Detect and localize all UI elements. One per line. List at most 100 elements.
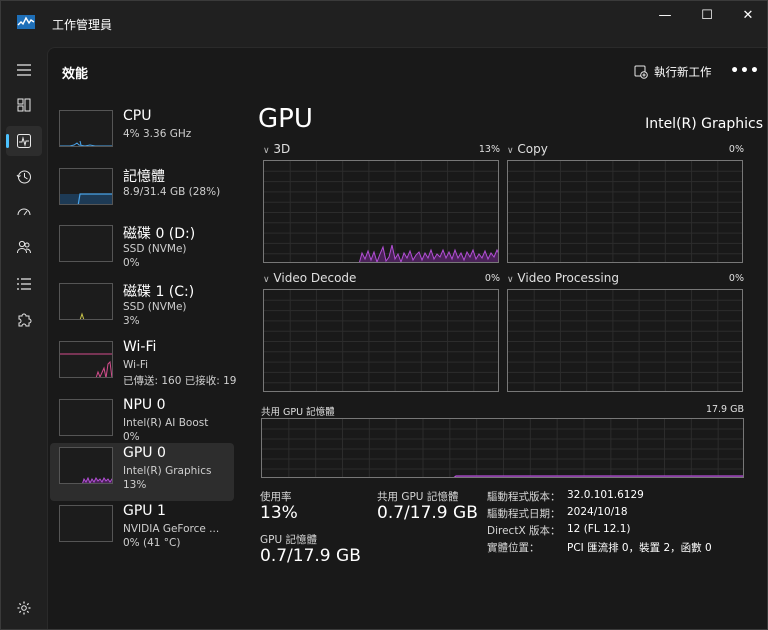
disk0-thumbnail-graph (59, 225, 113, 262)
driver-date-value: 2024/10/18 (567, 506, 628, 518)
engine-percent: 0% (728, 144, 744, 155)
chevron-down-icon: ∨ (507, 146, 514, 156)
maximize-button[interactable]: ☐ (685, 4, 729, 26)
run-new-task-icon (634, 65, 648, 79)
nav-performance[interactable] (6, 126, 42, 156)
driver-version-key: 驅動程式版本： (487, 491, 561, 503)
engine-copy-graph (507, 160, 743, 263)
navigation-rail (1, 47, 47, 630)
processes-grid-icon (17, 98, 31, 112)
device-item-gpu-1[interactable]: GPU 1 NVIDIA GeForce ... 0% (41 °C) (50, 501, 234, 559)
device-item-memory[interactable]: 記憶體 8.9/31.4 GB (28%) (50, 164, 234, 222)
chevron-down-icon: ∨ (263, 275, 270, 285)
device-name: GPU 0 (123, 445, 166, 461)
device-usage: 13% (123, 479, 147, 491)
hamburger-icon (17, 64, 31, 76)
shared-memory-label: 共用 GPU 記憶體 (377, 491, 459, 503)
device-name: NPU 0 (123, 397, 166, 413)
engine-3d-selector[interactable]: ∨ 3D (263, 142, 290, 156)
device-item-disk-0[interactable]: 磁碟 0 (D:) SSD (NVMe) 0% (50, 221, 234, 279)
nav-users[interactable] (6, 232, 42, 262)
title-bar[interactable]: 工作管理員 — ☐ ✕ (1, 1, 768, 47)
directx-version-value: 12 (FL 12.1) (567, 523, 631, 535)
startup-speedometer-icon (17, 208, 31, 216)
nav-details[interactable] (6, 269, 42, 299)
utilization-label: 使用率 (260, 491, 292, 503)
device-name: 記憶體 (123, 169, 165, 185)
device-name: CPU (123, 108, 152, 124)
page-title: 效能 (62, 67, 89, 82)
device-item-cpu[interactable]: CPU 4% 3.36 GHz (50, 106, 234, 164)
close-button[interactable]: ✕ (726, 4, 768, 26)
content-header: 效能 執行新工作 ••• (48, 48, 768, 96)
detail-title: GPU (258, 104, 313, 134)
engine-label: Video Decode (273, 271, 357, 285)
history-clock-icon (16, 170, 31, 184)
device-throughput: 已傳送: 160 已接收: 19 (123, 375, 237, 387)
minimize-button[interactable]: — (643, 4, 687, 26)
device-type: SSD (NVMe) (123, 301, 187, 313)
shared-memory-max: 17.9 GB (705, 404, 744, 415)
services-puzzle-icon (18, 313, 32, 327)
task-manager-window: 工作管理員 — ☐ ✕ 效能 執行新工作 ••• CPU 4% 3.36 GHz… (0, 0, 768, 630)
chevron-down-icon: ∨ (507, 275, 514, 285)
nav-app-history[interactable] (6, 162, 42, 192)
device-item-disk-1[interactable]: 磁碟 1 (C:) SSD (NVMe) 3% (50, 279, 234, 337)
engine-video-decode-selector[interactable]: ∨ Video Decode (263, 271, 356, 285)
nav-startup-apps[interactable] (6, 197, 42, 227)
device-name: Wi-Fi (123, 339, 157, 355)
run-new-task-button[interactable]: 執行新工作 (634, 62, 712, 82)
engine-3d-graph (263, 160, 499, 263)
directx-version-key: DirectX 版本： (487, 525, 561, 537)
task-manager-app-icon (17, 15, 35, 29)
device-model: NVIDIA GeForce ... (123, 523, 220, 535)
physical-location-key: 實體位置： (487, 542, 540, 554)
run-new-task-label: 執行新工作 (654, 65, 712, 79)
shared-memory-graph-label: 共用 GPU 記憶體 (261, 407, 335, 418)
disk1-thumbnail-graph (59, 283, 113, 320)
driver-date-key: 驅動程式日期： (487, 508, 561, 520)
engine-video-decode-graph (263, 289, 499, 392)
engine-label: 3D (273, 142, 291, 156)
users-icon (17, 240, 31, 254)
physical-location-value: PCI 匯流排 0，裝置 2，函數 0 (567, 542, 712, 554)
device-name: 磁碟 0 (D:) (123, 226, 196, 242)
engine-video-processing-selector[interactable]: ∨ Video Processing (507, 271, 619, 285)
engine-label: Copy (517, 142, 548, 156)
shared-memory-graph (261, 418, 744, 478)
main-content: 效能 執行新工作 ••• CPU 4% 3.36 GHz 記憶體 8.9/31.… (47, 47, 767, 629)
engine-label: Video Processing (517, 271, 619, 285)
cpu-thumbnail-graph (59, 110, 113, 147)
chevron-down-icon: ∨ (263, 146, 270, 156)
device-item-wifi[interactable]: Wi-Fi Wi-Fi 已傳送: 160 已接收: 19 (50, 337, 237, 395)
details-list-icon (17, 278, 31, 290)
device-usage: 8.9/31.4 GB (28%) (123, 186, 221, 198)
performance-pulse-icon (17, 134, 31, 148)
device-usage: 0% (41 °C) (123, 537, 181, 549)
device-type: SSD (NVMe) (123, 243, 187, 255)
engine-copy-selector[interactable]: ∨ Copy (507, 142, 548, 156)
shared-memory-usage-line (453, 475, 743, 477)
device-usage: 0% (123, 257, 140, 269)
utilization-value: 13% (260, 503, 298, 523)
memory-thumbnail-graph (59, 168, 113, 205)
hamburger-menu-button[interactable] (6, 55, 42, 85)
settings-gear-icon (17, 601, 31, 615)
engine-percent: 0% (484, 273, 500, 284)
gpu-memory-value: 0.7/17.9 GB (260, 546, 361, 566)
nav-processes[interactable] (6, 90, 42, 120)
device-model: Intel(R) Graphics (123, 465, 212, 477)
more-options-button[interactable]: ••• (730, 60, 759, 82)
device-usage: 4% 3.36 GHz (123, 128, 192, 140)
npu-thumbnail-graph (59, 399, 113, 436)
device-model: Intel(R) AI Boost (123, 417, 209, 429)
device-usage: 3% (123, 315, 140, 327)
engine-video-processing-graph (507, 289, 743, 392)
nav-services[interactable] (6, 305, 42, 335)
driver-version-value: 32.0.101.6129 (567, 489, 644, 501)
device-type: Wi-Fi (123, 359, 149, 371)
device-usage: 0% (123, 431, 140, 443)
shared-memory-value: 0.7/17.9 GB (377, 503, 478, 523)
device-item-gpu-0[interactable]: GPU 0 Intel(R) Graphics 13% (50, 443, 234, 501)
nav-settings[interactable] (6, 593, 42, 623)
